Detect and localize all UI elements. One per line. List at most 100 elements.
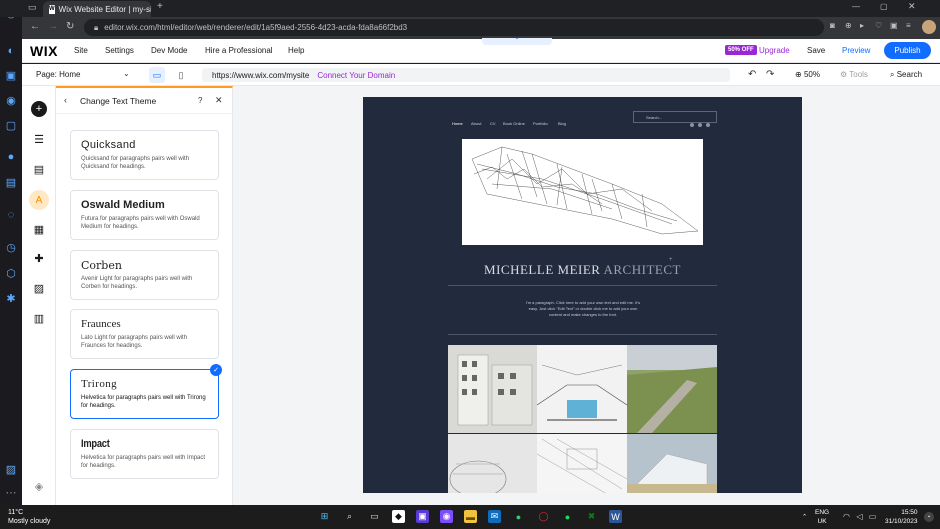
help-icon[interactable]: ?: [198, 96, 202, 105]
site-paragraph[interactable]: I'm a paragraph. Click here to add your …: [523, 300, 643, 318]
cms-icon[interactable]: ▥: [31, 310, 47, 326]
twitch-icon[interactable]: ▤: [4, 175, 18, 189]
site-title[interactable]: MICHELLE MEIER ARCHITECT: [363, 262, 802, 278]
connect-domain-link[interactable]: Connect Your Domain: [317, 71, 395, 80]
layers-icon[interactable]: ◈: [31, 478, 47, 494]
file-explorer-icon[interactable]: ▬: [464, 510, 477, 523]
tab-actions-icon[interactable]: ▭: [28, 2, 37, 13]
gallery-image-building[interactable]: [448, 345, 537, 433]
theme-card-quicksand[interactable]: Quicksand Quicksand for paragraphs pairs…: [70, 130, 219, 180]
reload-icon[interactable]: ↻: [66, 21, 74, 32]
task-view-icon[interactable]: ▭: [368, 510, 381, 523]
wix-logo[interactable]: WIX: [30, 43, 58, 59]
gallery-image-plan[interactable]: [537, 434, 627, 493]
weather-widget[interactable]: 11°C Mostly cloudy: [8, 508, 50, 526]
zoom-control[interactable]: ⊕ 50%: [795, 70, 820, 79]
back-icon[interactable]: ←: [30, 21, 40, 32]
battery-icon[interactable]: ▭: [866, 510, 879, 523]
zoom-icon[interactable]: ⊕: [845, 21, 852, 30]
save-button[interactable]: Save: [807, 46, 825, 55]
site-nav-about[interactable]: About: [471, 121, 481, 126]
site-nav-blog[interactable]: Blog: [558, 121, 566, 126]
social-icon[interactable]: [706, 123, 710, 127]
social-icon[interactable]: [690, 123, 694, 127]
add-elements-icon[interactable]: +: [31, 101, 47, 117]
sections-icon[interactable]: ☰: [31, 131, 47, 147]
gallery-image-section[interactable]: [537, 345, 627, 433]
notification-icon[interactable]: ▪: [924, 512, 934, 522]
theme-card-corben[interactable]: Corben Avenir Light for paragraphs pairs…: [70, 250, 219, 300]
menu-icon[interactable]: ≡: [906, 21, 911, 30]
site-nav-book-online[interactable]: Book Online: [503, 121, 525, 126]
app-icon[interactable]: ◉: [440, 510, 453, 523]
theme-card-fraunces[interactable]: Fraunces Lato Light for paragraphs pairs…: [70, 309, 219, 359]
clock[interactable]: 15:50 31/10/2023: [885, 508, 918, 526]
media-icon[interactable]: ▨: [31, 280, 47, 296]
gallery-icon[interactable]: ▨: [4, 462, 18, 476]
player-icon[interactable]: ◌: [4, 208, 18, 222]
business-tools-icon[interactable]: ✚: [31, 250, 47, 266]
mobile-view-icon[interactable]: ▯: [173, 67, 189, 83]
theme-card-oswald[interactable]: Oswald Medium Futura for paragraphs pair…: [70, 190, 219, 240]
theme-card-trirong[interactable]: Trirong Helvetica for paragraphs pairs w…: [70, 369, 219, 419]
menu-hire-professional[interactable]: Hire a Professional: [205, 46, 273, 55]
history-icon[interactable]: ◷: [4, 240, 18, 254]
bookmark-icon[interactable]: ♡: [875, 21, 882, 30]
gallery-image-sketch[interactable]: [448, 434, 537, 493]
tray-chevron-icon[interactable]: ⌃: [798, 510, 811, 523]
menu-settings[interactable]: Settings: [105, 46, 134, 55]
instagram-icon[interactable]: ▢: [4, 118, 18, 132]
browser-tab[interactable]: W Wix Website Editor | my-site ✕: [43, 1, 151, 17]
whatsapp-icon[interactable]: ●: [4, 150, 18, 164]
spotify-icon[interactable]: ●: [561, 510, 574, 523]
volume-icon[interactable]: ◁: [853, 510, 866, 523]
search-button[interactable]: ⌕ Search: [890, 70, 922, 80]
site-nav-cv[interactable]: CV: [490, 121, 496, 126]
wifi-icon[interactable]: ◠: [840, 510, 853, 523]
site-nav-home[interactable]: Home: [452, 121, 463, 126]
window-close-icon[interactable]: ✕: [908, 1, 916, 12]
messenger-icon[interactable]: ◉: [4, 93, 18, 107]
add-apps-icon[interactable]: ▦: [31, 221, 47, 237]
preview-button[interactable]: Preview: [842, 46, 870, 55]
extensions-icon[interactable]: ▣: [890, 21, 898, 30]
site-design-icon[interactable]: A: [29, 190, 49, 210]
page-select[interactable]: Page: Home: [36, 70, 80, 79]
chevron-down-icon[interactable]: ⌄: [123, 69, 130, 78]
close-icon[interactable]: ✕: [215, 95, 223, 106]
forward-icon[interactable]: →: [48, 21, 58, 32]
mail-icon[interactable]: ✉: [488, 510, 501, 523]
teams-icon[interactable]: ▣: [416, 510, 429, 523]
redo-icon[interactable]: ↷: [766, 69, 774, 80]
tools-button[interactable]: ⚙ Tools: [840, 70, 868, 79]
menu-help[interactable]: Help: [288, 46, 304, 55]
back-arrow-icon[interactable]: ‹: [64, 95, 67, 105]
url-omnibox[interactable]: 🔒︎ editor.wix.com/html/editor/web/render…: [84, 19, 824, 36]
new-tab-icon[interactable]: +: [157, 1, 163, 12]
theme-card-impact[interactable]: Impact Helvetica for paragraphs pairs we…: [70, 429, 219, 479]
xbox-icon[interactable]: ✖: [585, 510, 598, 523]
cube-icon[interactable]: ⬡: [4, 266, 18, 280]
collapse-toggle[interactable]: ⌃: [482, 38, 552, 45]
desktop-view-icon[interactable]: ▭: [149, 67, 165, 83]
more-icon[interactable]: ⋯: [4, 485, 18, 499]
site-search-box[interactable]: Search...: [633, 111, 717, 123]
social-icon[interactable]: [698, 123, 702, 127]
maximize-icon[interactable]: ▢: [880, 2, 888, 11]
cast-icon[interactable]: ▸: [860, 21, 864, 30]
language-indicator[interactable]: ENG UK: [815, 508, 829, 526]
camera-icon[interactable]: ◙: [830, 21, 835, 30]
opera-icon[interactable]: ◯: [537, 510, 550, 523]
profile-avatar[interactable]: [922, 20, 936, 34]
search-icon[interactable]: ⌕: [343, 510, 356, 523]
minimize-icon[interactable]: —: [852, 2, 860, 11]
speed-dial-icon[interactable]: ◐: [4, 44, 18, 58]
undo-icon[interactable]: ↶: [748, 69, 756, 80]
whatsapp-icon[interactable]: ●: [512, 510, 525, 523]
site-preview[interactable]: Home About CV Book Online Portfolio Blog…: [363, 97, 802, 493]
publish-button[interactable]: Publish: [884, 42, 931, 59]
app-icon[interactable]: ◆: [392, 510, 405, 523]
word-icon[interactable]: W: [609, 510, 622, 523]
settings-gear-icon[interactable]: ✱: [4, 291, 18, 305]
gallery-image-render[interactable]: [627, 434, 717, 493]
